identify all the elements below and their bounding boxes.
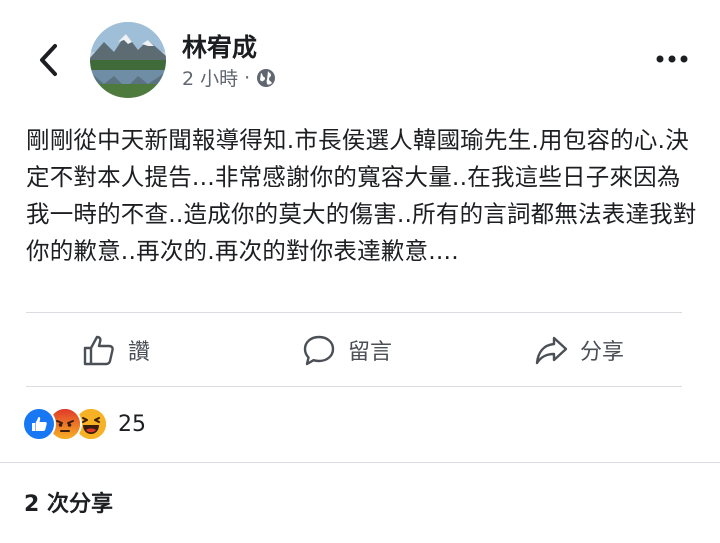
share-button[interactable]: 分享	[534, 316, 624, 384]
post-actions-bar: 讚 留言 分享	[0, 316, 720, 384]
share-arrow-icon	[535, 336, 568, 365]
comment-icon	[303, 335, 335, 366]
avatar[interactable]	[90, 22, 166, 98]
more-options-button[interactable]	[654, 44, 690, 74]
comment-label: 留言	[348, 340, 393, 365]
author-name[interactable]: 林宥成	[182, 28, 257, 64]
share-count[interactable]: 2 次分享	[24, 486, 113, 518]
like-reaction-icon	[22, 407, 56, 441]
divider-shares	[0, 462, 720, 463]
comment-button[interactable]: 留言	[302, 316, 392, 384]
post-meta: 2 小時 ·	[182, 64, 276, 91]
share-label: 分享	[580, 340, 625, 365]
ellipsis-icon	[656, 55, 688, 63]
like-button[interactable]: 讚	[82, 316, 150, 384]
like-label: 讚	[128, 340, 151, 365]
back-arrow-icon	[40, 44, 57, 76]
thumbs-up-icon	[83, 335, 114, 366]
divider-bottom	[26, 386, 682, 387]
reaction-count: 25	[118, 411, 146, 437]
post-time[interactable]: 2 小時	[182, 64, 238, 91]
reactions-summary[interactable]: 25	[22, 404, 146, 444]
post-body-text: 剛剛從中天新聞報導得知.市長侯選人韓國瑜先生.用包容的心.決定不對本人提告...…	[26, 126, 697, 265]
divider-top	[26, 312, 682, 313]
meta-separator: ·	[244, 66, 251, 89]
globe-icon	[257, 68, 276, 87]
post-header: 林宥成 2 小時 ·	[0, 0, 720, 110]
back-button[interactable]	[28, 40, 68, 80]
